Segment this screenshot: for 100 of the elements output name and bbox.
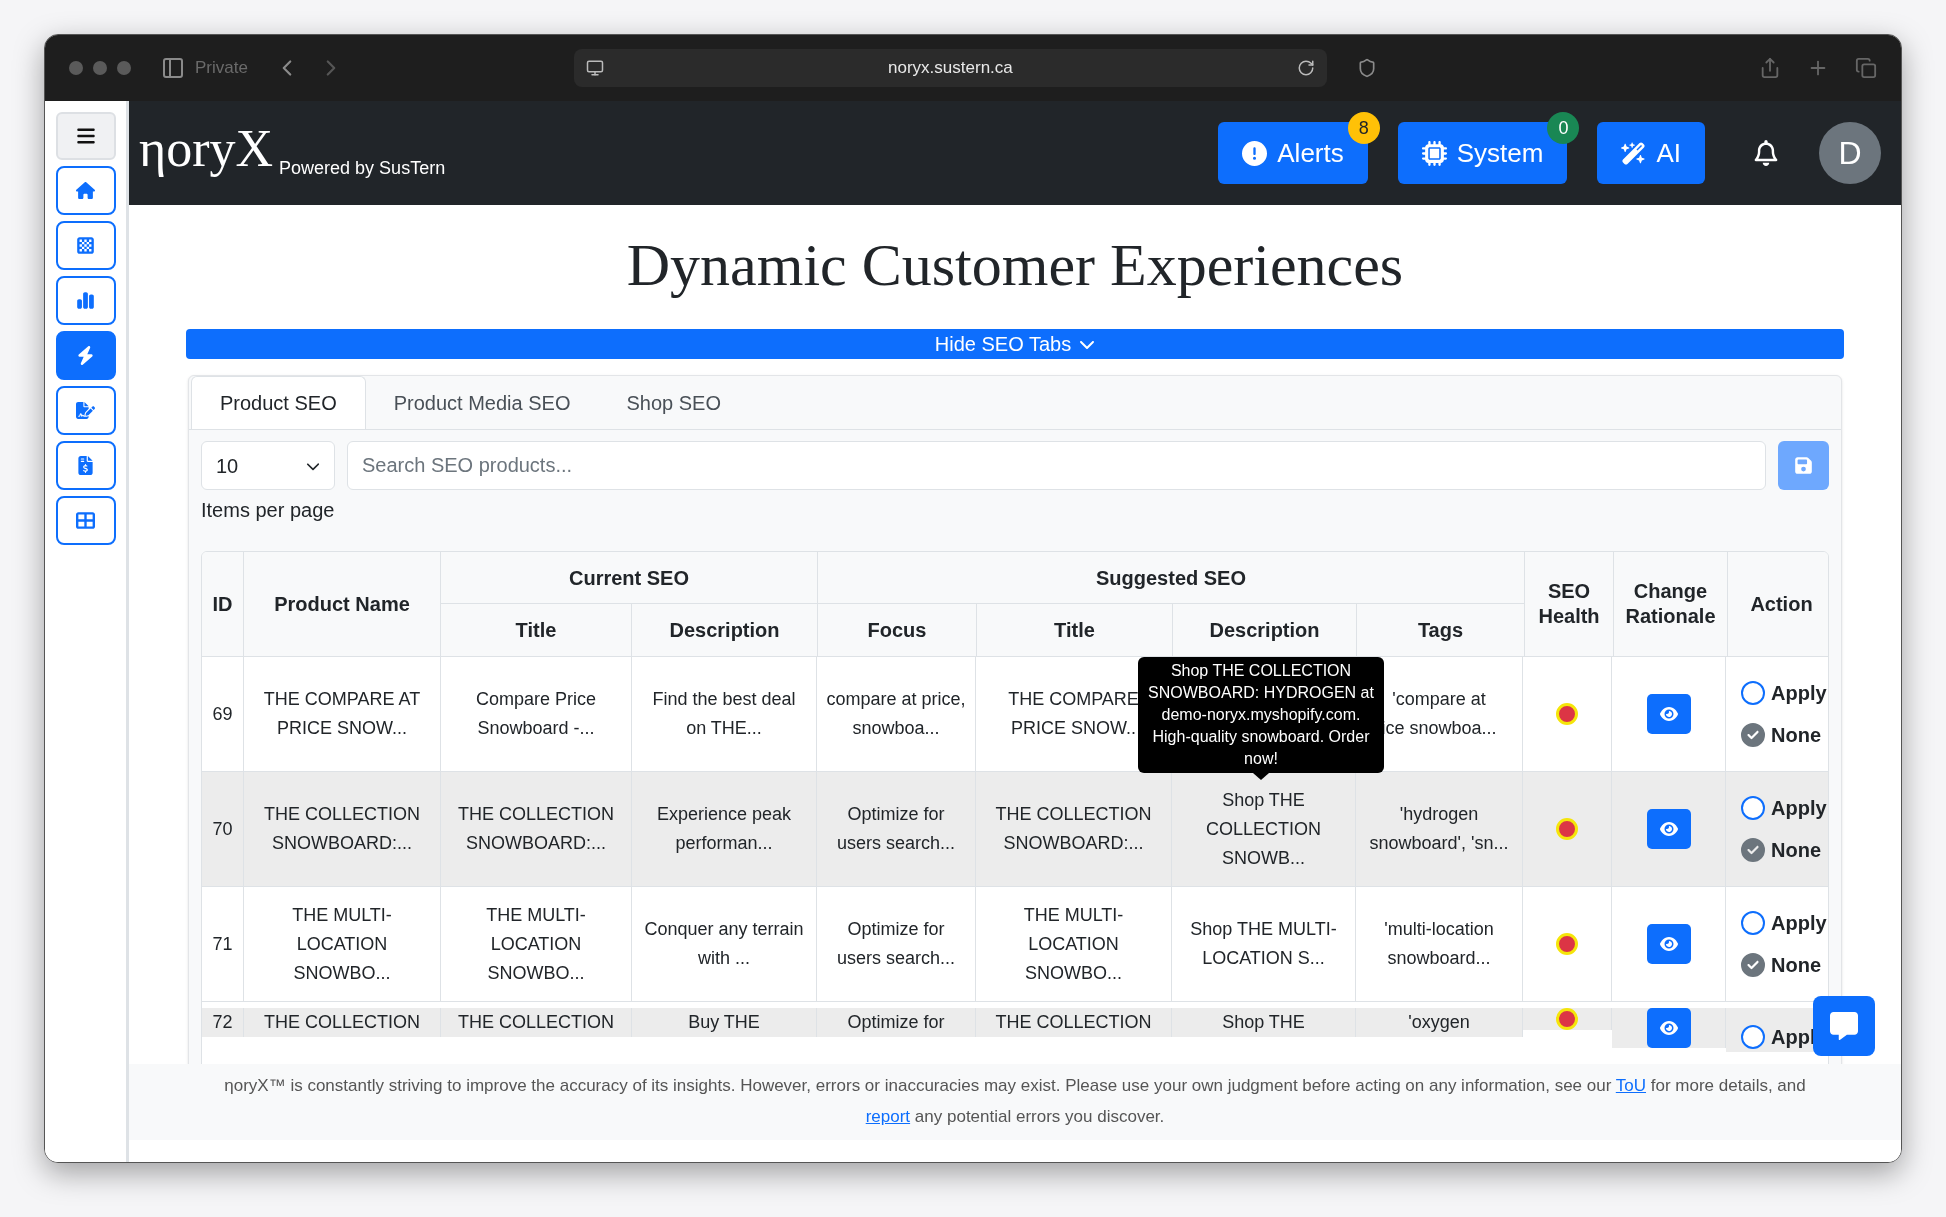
table-cell-text: THE COLLECTION SNOWBOARD:... [457, 803, 615, 855]
column-header: Description [669, 618, 780, 643]
eye-icon [1659, 820, 1678, 838]
eye-icon [1659, 705, 1678, 723]
radio-button[interactable] [1741, 911, 1765, 935]
table-cell-text: 'oxygen [1408, 1011, 1470, 1034]
table-cell-text: Conquer any terrain with ... [643, 918, 805, 970]
share-icon[interactable] [1759, 57, 1781, 79]
action-option[interactable]: None [1741, 720, 1828, 750]
address-bar[interactable]: noryx.sustern.ca [573, 49, 1327, 87]
tab[interactable]: Product SEO [191, 376, 366, 429]
window-control[interactable] [117, 61, 131, 75]
column-group-header: Suggested SEO [1096, 565, 1246, 591]
table-cell-text: Shop THE MULTI-LOCATION S... [1189, 918, 1338, 970]
eye-icon [1659, 935, 1678, 953]
search-field[interactable]: Search SEO products... [347, 441, 1766, 490]
radio-button[interactable] [1741, 796, 1765, 820]
table-cell-text: 70 [212, 817, 233, 841]
terms-link[interactable]: ToU [1615, 1076, 1646, 1095]
column-group-header: Current SEO [569, 565, 689, 591]
column-header: Action [1750, 591, 1813, 617]
view-button[interactable] [1646, 1008, 1691, 1048]
house-icon [76, 181, 95, 200]
column-header: Focus [867, 618, 927, 643]
sidebar-button[interactable] [55, 441, 116, 490]
disclaimer-text: ηoryX™ is constantly striving to improve the accuracy of its insights. However, errors or inaccuracies may exist. Please use your own judgment before acting on any information, see our ToU for more details, and report any potential errors you discover. [223, 1075, 1807, 1128]
column-header: Product Name [274, 592, 410, 617]
tab[interactable]: Shop SEO [598, 376, 749, 429]
lightning-icon [76, 346, 95, 365]
sidebar-button[interactable] [55, 496, 116, 545]
table-cell-text: Buy THE [688, 1011, 760, 1034]
action-option[interactable]: Apply [1741, 793, 1828, 823]
table-cell-text: Shop THE [1222, 1011, 1305, 1034]
view-button[interactable] [1646, 694, 1691, 734]
action-option[interactable]: Apply [1741, 908, 1828, 938]
action-option[interactable]: Apply [1741, 678, 1828, 708]
table-cell-text: THE COMPARE AT PRICE SNOW... [262, 688, 422, 740]
menu-button[interactable] [55, 112, 116, 160]
logo: ηoryX [139, 123, 274, 175]
avatar[interactable]: D [1819, 122, 1881, 184]
table-cell-text: Optimize for [847, 1011, 945, 1034]
view-button[interactable] [1646, 924, 1691, 964]
count-badge: 8 [1347, 112, 1380, 144]
column-header: Change Rationale [1624, 579, 1717, 629]
table-cell-text: THE MULTI-LOCATION SNOWBO... [485, 903, 587, 985]
column-header: Title [515, 618, 557, 643]
tooltip-arrow [1253, 773, 1269, 780]
table-cell-text: 72 [212, 1011, 233, 1034]
column-header: Title [1054, 618, 1095, 643]
table-cell-text: THE COLLECTION [995, 1011, 1152, 1034]
table-cell-text: THE COLLECTION SNOWBOARD:... [263, 803, 421, 855]
tab[interactable]: Product Media SEO [365, 376, 599, 429]
page-size-select[interactable]: 10 [201, 441, 335, 490]
sidebar-button[interactable] [55, 221, 116, 270]
page-size-label: Items per page [201, 498, 335, 523]
column-header: ID [212, 592, 233, 617]
sidebar-button[interactable] [55, 276, 116, 325]
menu-icon [75, 126, 96, 146]
sidebar-icon[interactable] [161, 56, 185, 80]
save-icon [1794, 456, 1813, 475]
grid-icon [76, 511, 95, 530]
table-cell-text: Find the best deal on THE... [651, 688, 797, 740]
radio-button[interactable] [1741, 681, 1765, 705]
magic-wand-icon [1621, 140, 1647, 166]
radio-button[interactable] [1741, 1025, 1765, 1049]
header-button[interactable]: AI [1597, 122, 1705, 184]
eye-icon [1659, 1019, 1678, 1037]
tabs-icon[interactable] [1855, 57, 1877, 79]
sidebar-button[interactable] [55, 166, 116, 215]
table-cell-text: THE COMPARE PRICE SNOW.. [1008, 688, 1139, 740]
action-option[interactable]: None [1741, 950, 1828, 980]
tagline: Powered by SusTern [279, 156, 446, 180]
table-cell-text: THE COLLECTION [264, 1011, 420, 1034]
table-cell-text: THE COLLECTION SNOWBOARD:... [994, 803, 1153, 855]
invoice-icon [76, 456, 95, 475]
window-control[interactable] [69, 61, 83, 75]
bell-icon[interactable] [1753, 140, 1779, 166]
column-header: Tags [1417, 618, 1464, 643]
table-cell-text: 'hydrogen snowboard', 'sn... [1368, 803, 1510, 855]
bar-chart-icon [76, 291, 95, 310]
view-button[interactable] [1646, 809, 1691, 849]
sidebar-button[interactable] [55, 386, 116, 435]
private-label: Private [195, 57, 248, 80]
tooltip: Shop THE COLLECTION SNOWBOARD: HYDROGEN at demo-noryx.myshopify.com. High-quality snowboard. Order now! [1138, 657, 1384, 773]
column-header: SEO Health [1537, 579, 1601, 629]
hide-tabs-button[interactable]: Hide SEO Tabs [186, 329, 1844, 359]
window-control[interactable] [93, 61, 107, 75]
table-cell-text: Optimize for users search... [835, 918, 956, 970]
table-cell-text: 69 [212, 702, 233, 726]
save-button[interactable] [1778, 441, 1829, 490]
sidebar-button[interactable] [55, 331, 116, 380]
report-link[interactable]: report [865, 1107, 911, 1126]
url-text: noryx.sustern.ca [887, 57, 1014, 80]
page-icon [585, 59, 604, 77]
chat-button[interactable] [1813, 996, 1875, 1056]
table-cell-text: THE COLLECTION [458, 1011, 614, 1034]
count-badge: 0 [1547, 112, 1580, 144]
action-option[interactable]: None [1741, 835, 1828, 865]
reload-icon[interactable] [1296, 59, 1315, 77]
checkerboard-icon [76, 236, 95, 255]
